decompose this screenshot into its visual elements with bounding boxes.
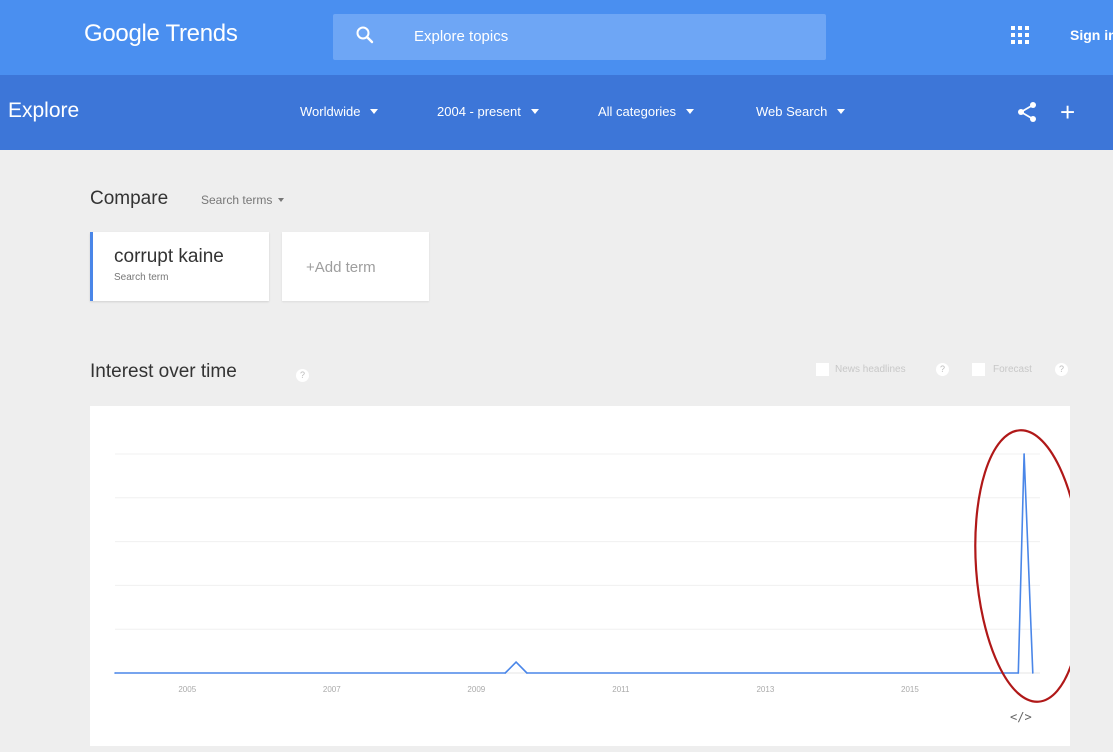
x-tick-label: 2007	[323, 685, 341, 694]
data-point	[515, 661, 517, 663]
x-tick-label: 2009	[467, 685, 485, 694]
search-term-card[interactable]: corrupt kaine Search term	[90, 232, 269, 301]
chevron-down-icon	[837, 109, 846, 114]
forecast-checkbox[interactable]	[972, 363, 985, 376]
data-point	[1017, 672, 1020, 674]
data-point	[114, 672, 116, 674]
plus-icon[interactable]: +	[1060, 99, 1075, 125]
interest-chart-card: 2005 2007 2009 2011 2013 2015	[90, 406, 1070, 746]
term-type: Search term	[114, 272, 169, 283]
add-term-button[interactable]: +Add term	[282, 232, 429, 301]
filter-category[interactable]: All categories	[598, 104, 695, 119]
help-icon[interactable]: ?	[1055, 363, 1068, 376]
filter-category-label: All categories	[598, 104, 677, 119]
compare-mode-label: Search terms	[201, 193, 273, 207]
help-icon[interactable]: ?	[936, 363, 949, 376]
x-tick-label: 2013	[756, 685, 774, 694]
search-input[interactable]: Explore topics	[414, 28, 508, 45]
share-icon[interactable]	[1017, 101, 1037, 123]
add-term-label: +Add term	[306, 259, 376, 276]
sign-in-link[interactable]: Sign in	[1070, 27, 1113, 43]
forecast-label: Forecast	[993, 364, 1032, 375]
help-icon[interactable]: ?	[296, 369, 309, 382]
x-tick-label: 2005	[178, 685, 196, 694]
chevron-down-icon	[686, 109, 695, 114]
interest-series-line	[115, 453, 1034, 674]
x-tick-label: 2015	[901, 685, 919, 694]
compare-mode-dropdown[interactable]: Search terms	[201, 193, 285, 207]
filter-search-type[interactable]: Web Search	[756, 104, 846, 119]
page-title: Explore	[8, 99, 80, 122]
chevron-down-icon	[530, 109, 539, 114]
filter-time-label: 2004 - present	[437, 104, 521, 119]
top-bar: Google Trends Explore topics Sign in	[0, 0, 1113, 75]
interest-chart: 2005 2007 2009 2011 2013 2015	[114, 429, 1070, 703]
news-headlines-label: News headlines	[835, 364, 906, 375]
filter-search-type-label: Web Search	[756, 104, 828, 119]
x-tick-label: 2011	[612, 685, 630, 694]
filter-region-label: Worldwide	[300, 104, 361, 119]
compare-title: Compare	[90, 188, 169, 209]
data-point	[526, 672, 528, 674]
search-icon	[356, 26, 374, 44]
chevron-down-icon	[370, 109, 379, 114]
explore-bar: Explore Worldwide 2004 - present All cat…	[0, 75, 1113, 150]
chevron-down-icon	[278, 198, 285, 202]
filter-region[interactable]: Worldwide	[300, 104, 379, 119]
data-point	[504, 672, 507, 674]
news-headlines-checkbox[interactable]	[816, 363, 829, 376]
embed-code-icon[interactable]: </>	[1010, 710, 1032, 724]
data-point	[1023, 453, 1025, 455]
interest-over-time-title: Interest over time	[90, 361, 237, 382]
google-trends-logo[interactable]: Google Trends	[84, 20, 238, 48]
term-name: corrupt kaine	[114, 246, 224, 267]
data-point	[1031, 672, 1034, 674]
apps-grid-icon[interactable]	[1010, 25, 1030, 45]
filter-time-range[interactable]: 2004 - present	[437, 104, 539, 119]
search-box[interactable]: Explore topics	[333, 14, 826, 60]
